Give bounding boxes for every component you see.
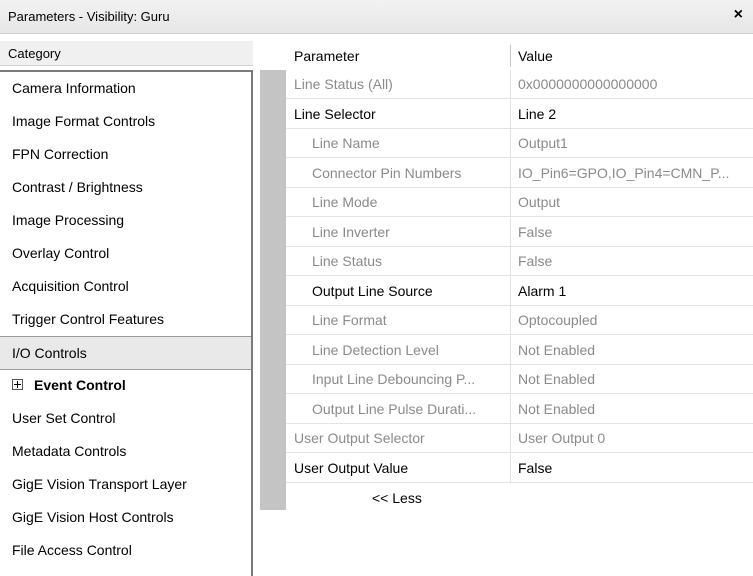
category-item-label: Overlay Control — [12, 245, 110, 261]
category-item[interactable]: I/O Controls — [0, 336, 251, 370]
parameter-name: Line Status — [312, 253, 383, 269]
parameter-value: Not Enabled — [518, 341, 596, 358]
row-divider — [510, 99, 511, 129]
category-item-label: FPN Correction — [12, 146, 109, 162]
parameter-value[interactable]: False — [518, 460, 748, 476]
row-divider — [510, 188, 511, 217]
category-item[interactable]: Contrast / Brightness — [0, 171, 251, 205]
category-header-label: Category — [8, 46, 61, 61]
parameter-value: 0x0000000000000000 — [518, 76, 658, 92]
category-item-label: Acquisition Control — [12, 278, 129, 294]
parameter-row[interactable]: Line Name Output1 — [286, 129, 753, 158]
parameter-row[interactable]: User Output Selector User Output 0 — [286, 424, 753, 453]
parameter-value: IO_Pin6=GPO,IO_Pin4=CMN_P... — [518, 164, 730, 181]
category-item-label: GigE Vision Transport Layer — [12, 476, 187, 492]
row-gutter — [260, 70, 286, 510]
parameter-row[interactable]: Output Line Pulse Durati... Not Enabled — [286, 394, 753, 424]
category-item-label: Image Processing — [12, 212, 125, 228]
category-item[interactable]: Trigger Control Features — [0, 303, 251, 337]
category-item-label: Trigger Control Features — [12, 311, 164, 327]
category-item[interactable]: User Set Control — [0, 402, 251, 436]
row-divider — [510, 129, 511, 158]
category-item[interactable]: Metadata Controls — [0, 435, 251, 469]
parameter-value: Not Enabled — [518, 400, 596, 417]
parameter-name: Output Line Source — [312, 282, 433, 299]
category-item[interactable]: Image Processing — [0, 204, 251, 238]
category-item-label: User Set Control — [12, 410, 116, 426]
parameter-row[interactable]: Line Status (All) 0x0000000000000000 — [286, 70, 753, 99]
category-item[interactable]: File Access Control — [0, 534, 251, 568]
parameter-value: User Output 0 — [518, 430, 606, 446]
parameter-name: Line Inverter — [312, 223, 390, 240]
parameter-value: Output1 — [518, 135, 568, 151]
parameter-name: Output Line Pulse Durati... — [312, 400, 477, 417]
category-item[interactable]: Image Format Controls — [0, 105, 251, 139]
category-item-label: GigE Vision Host Controls — [12, 509, 174, 525]
row-divider — [510, 365, 511, 394]
column-divider[interactable] — [510, 45, 511, 67]
parameter-value: Optocoupled — [518, 312, 598, 328]
category-item-label: File Access Control — [12, 542, 132, 558]
row-divider — [510, 306, 511, 335]
parameter-name: User Output Value — [294, 459, 409, 476]
title-bar: Parameters - Visibility: Guru × — [0, 0, 753, 34]
parameter-value[interactable]: Line 2 — [518, 106, 748, 122]
category-list[interactable]: Camera Information Image Format Controls F… — [0, 70, 253, 576]
row-divider — [510, 276, 511, 306]
parameter-row[interactable]: Line Format Optocoupled — [286, 306, 753, 335]
row-divider — [510, 217, 511, 247]
window-title: Parameters - Visibility: Guru — [8, 9, 170, 24]
category-item-label: I/O Controls — [12, 345, 87, 361]
category-item-label: Camera Information — [12, 80, 136, 96]
parameter-row[interactable]: Line Selector Line 2 — [286, 99, 753, 129]
parameter-name: Line Format — [312, 312, 387, 328]
category-item[interactable]: GigE Vision Transport Layer — [0, 468, 251, 502]
parameter-name: Input Line Debouncing P... — [312, 371, 476, 387]
category-item-label: Image Format Controls — [12, 113, 156, 129]
parameter-value: Output — [518, 194, 561, 210]
category-item-label: Metadata Controls — [12, 443, 127, 459]
parameter-column-header[interactable]: Parameter — [294, 48, 359, 64]
parameter-name: Line Mode — [312, 194, 378, 210]
parameter-name: Line Selector — [294, 105, 376, 122]
category-item[interactable]: FPN Correction — [0, 138, 251, 172]
parameter-name: Line Detection Level — [312, 341, 439, 358]
parameter-value: Not Enabled — [518, 371, 596, 387]
parameter-table-header: Parameter Value — [286, 45, 753, 67]
parameter-name: User Output Selector — [294, 430, 425, 446]
less-link[interactable]: << Less — [372, 490, 422, 506]
parameter-name: Line Status (All) — [294, 76, 393, 92]
category-column-header[interactable]: Category — [0, 41, 253, 66]
parameter-row[interactable]: Line Detection Level Not Enabled — [286, 335, 753, 365]
parameter-row[interactable]: Connector Pin Numbers IO_Pin6=GPO,IO_Pin4… — [286, 158, 753, 188]
category-item[interactable]: Event Control — [0, 369, 251, 403]
parameter-name: Line Name — [312, 135, 380, 151]
category-item-label: Event Control — [34, 377, 126, 393]
parameter-name: Connector Pin Numbers — [312, 164, 462, 181]
category-item-label: Contrast / Brightness — [12, 179, 143, 195]
row-divider — [510, 70, 511, 99]
row-divider — [510, 247, 511, 276]
category-item[interactable]: Acquisition Control — [0, 270, 251, 304]
row-divider — [510, 424, 511, 453]
parameter-row[interactable]: Line Status False — [286, 247, 753, 276]
row-divider — [510, 394, 511, 424]
row-divider — [510, 158, 511, 188]
close-icon[interactable]: × — [734, 6, 743, 24]
parameter-row[interactable]: User Output Value False — [286, 453, 753, 483]
parameter-value: False — [518, 223, 553, 240]
category-item[interactable]: Overlay Control — [0, 237, 251, 271]
parameter-row[interactable]: Output Line Source Alarm 1 — [286, 276, 753, 306]
parameter-row[interactable]: Line Mode Output — [286, 188, 753, 217]
row-divider — [510, 335, 511, 365]
value-column-header[interactable]: Value — [518, 48, 553, 64]
row-divider — [510, 453, 511, 483]
category-item[interactable]: Camera Information — [0, 72, 251, 106]
parameter-value[interactable]: Alarm 1 — [518, 283, 748, 299]
expand-plus-icon[interactable] — [12, 379, 23, 390]
category-item[interactable]: GigE Vision Host Controls — [0, 501, 251, 535]
parameter-row[interactable]: Input Line Debouncing P... Not Enabled — [286, 365, 753, 394]
parameter-value: False — [518, 253, 553, 269]
parameter-row[interactable]: Line Inverter False — [286, 217, 753, 247]
